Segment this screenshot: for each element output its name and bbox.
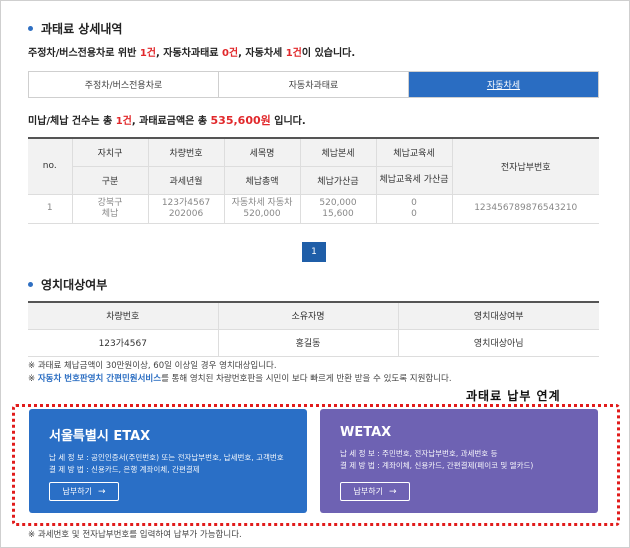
bottom-note: ※ 과세번호 및 전자납부번호를 입력하여 납부가 가능합니다.	[28, 530, 242, 540]
payment-number: 123456789876543210	[451, 193, 599, 224]
page-button-1[interactable]: 1	[302, 242, 326, 262]
col-header-plate: 차량번호	[147, 137, 225, 167]
table-row: 1 강북구 체납 123가4567 202006 자동차세 자동차 520,000 5…	[28, 193, 599, 224]
seizure-table: 차량번호 소유자명 영치대상여부 123가4567 홍길동 영치대상아님	[28, 301, 599, 357]
col-header-penalty: 체납가산금	[299, 165, 377, 195]
payment-link-label: 과태료 납부 연계	[466, 389, 561, 403]
detail-table: no. 자치구 차량번호 세목명 체납본세 체납교육세 전자납부번호 구분 과세…	[28, 137, 599, 224]
car-fine-count: 0건	[221, 48, 239, 59]
etax-pay-button[interactable]: 납부하기 →	[49, 482, 119, 501]
seizure-note: ※ 과태료 체납금액이 30만원이상, 60일 이상일 경우 영치대상입니다.	[28, 361, 277, 371]
etax-title: 서울특별시 ETAX	[49, 429, 151, 444]
col-header-edu-penalty: 체납교육세 가산금	[375, 165, 452, 195]
section-title-detail: 과태료 상세내역	[28, 20, 122, 37]
tab-parking[interactable]: 주정차/버스전용차로	[29, 72, 219, 97]
return-service-note: ※ 자동차 번호판영치 간편민원서비스를 통해 영치된 차량번호판을 시민이 보…	[28, 374, 452, 384]
violation-summary: 주정차/버스전용차로 위반 1건, 자동차과태료 0건, 자동차세 1건이 있습…	[28, 48, 356, 59]
bullet-icon	[28, 26, 33, 31]
table-row: 123가4567 홍길동 영치대상아님	[28, 328, 599, 357]
wetax-pay-button[interactable]: 납부하기 →	[340, 482, 410, 501]
col-header-principal: 체납본세	[299, 137, 377, 167]
car-tax-count: 1건	[285, 48, 302, 59]
wetax-title: WETAX	[340, 425, 392, 440]
col-header-payment-no: 전자납부번호	[451, 137, 599, 195]
col-header-district: 자치구	[71, 137, 149, 167]
arrow-right-icon: →	[388, 486, 397, 497]
tab-car-tax[interactable]: 자동차세	[409, 72, 598, 97]
arrow-right-icon: →	[97, 486, 106, 497]
return-service-link[interactable]: 자동차 번호판영치 간편민원서비스	[38, 374, 161, 384]
col-header-no: no.	[28, 137, 73, 195]
overdue-summary: 미납/체납 건수는 총 1건, 과태료금액은 총 535,600원 입니다.	[28, 114, 306, 127]
col-header-total: 체납총액	[223, 165, 301, 195]
overdue-amount: 535,600원	[210, 114, 271, 127]
etax-card: 서울특별시 ETAX 납 세 정 보 : 공인인증서(주민번호) 또는 전자납부…	[29, 409, 307, 513]
col-header-category: 구분	[72, 165, 149, 195]
parking-count: 1건	[139, 48, 156, 59]
col-header-tax-month: 과세년월	[147, 165, 225, 195]
wetax-card: WETAX 납 세 정 보 : 주민번호, 전자납부번호, 과세번호 등 결 제…	[320, 409, 598, 513]
col-header-tax-name: 세목명	[223, 137, 301, 167]
overdue-count: 1건	[115, 116, 132, 127]
tab-car-fine[interactable]: 자동차과태료	[219, 72, 409, 97]
section-title-seizure: 영치대상여부	[28, 276, 107, 293]
col-header-edu-tax: 체납교육세	[375, 137, 453, 167]
category-tabs: 주정차/버스전용차로 자동차과태료 자동차세	[28, 71, 599, 98]
bullet-icon	[28, 282, 33, 287]
